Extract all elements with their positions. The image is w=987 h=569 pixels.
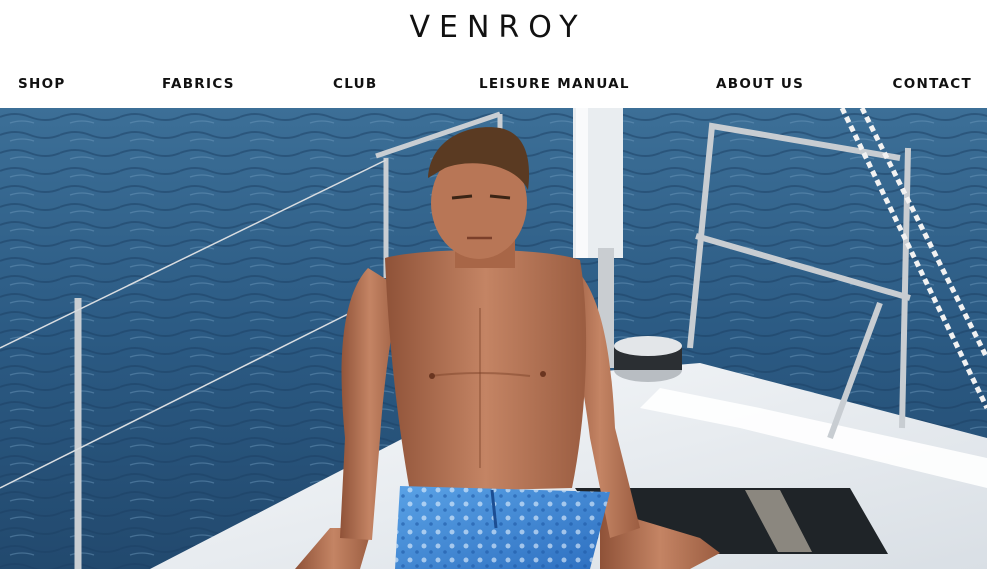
main-nav: SHOP FABRICS CLUB LEISURE MANUAL ABOUT U… xyxy=(0,76,987,96)
hero-image xyxy=(0,108,987,569)
hero-illustration xyxy=(0,108,987,569)
nav-item-about-us[interactable]: ABOUT US xyxy=(716,76,804,92)
brand-logo[interactable]: VENROY xyxy=(0,10,987,45)
nav-item-fabrics[interactable]: FABRICS xyxy=(162,76,235,92)
site-header: VENROY SHOP FABRICS CLUB LEISURE MANUAL … xyxy=(0,0,987,108)
nav-item-leisure-manual[interactable]: LEISURE MANUAL xyxy=(479,76,630,92)
nav-item-contact[interactable]: CONTACT xyxy=(892,76,972,92)
nav-item-club[interactable]: CLUB xyxy=(333,76,377,92)
nav-item-shop[interactable]: SHOP xyxy=(18,76,66,92)
torso xyxy=(385,250,587,492)
